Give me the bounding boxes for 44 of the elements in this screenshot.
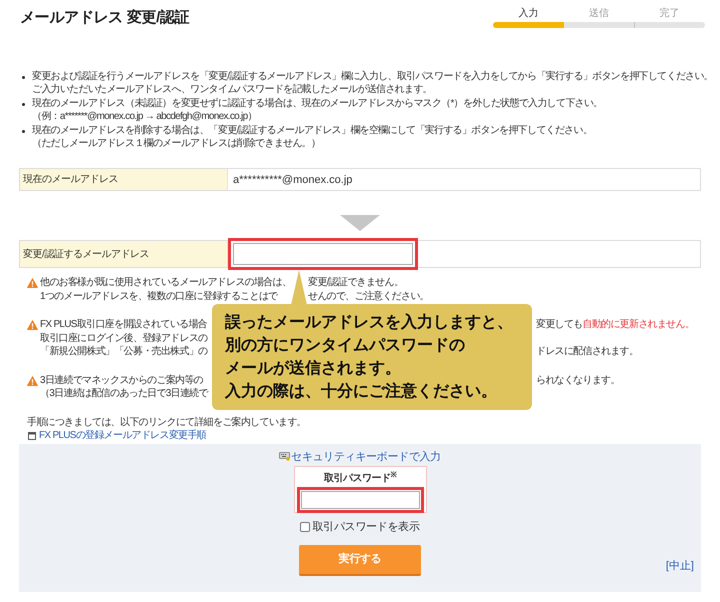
procedure-link[interactable]: FX PLUSの登録メールアドレス変更手順 bbox=[28, 429, 206, 443]
password-input[interactable] bbox=[300, 490, 420, 509]
warning-text: 変更しても自動的に更新されません。 bbox=[536, 318, 694, 332]
instruction-text: 変更および認証を行うメールアドレスを「変更/認証するメールアドレス」欄に入力し、取引パスワードを入力をしてから「実行する」ボタンを押下してください。 bbox=[32, 70, 713, 84]
keyboard-icon bbox=[279, 452, 290, 462]
instruction-text: （例：a*******@monex.co.jp → abcdefgh@monex.co.jp） bbox=[32, 110, 257, 124]
show-password-toggle[interactable]: 取引パスワードを表示 bbox=[300, 520, 420, 534]
warning-text: 1つのメールアドレスを、複数の口座に登録することはで bbox=[40, 290, 278, 304]
warning-icon bbox=[27, 278, 38, 288]
checkbox-icon[interactable] bbox=[300, 522, 310, 532]
step-label: 送信 bbox=[589, 8, 609, 20]
field-label: 変更/認証するメールアドレス bbox=[20, 241, 228, 268]
keyboard-link[interactable]: セキュリティキーボードで入力 bbox=[279, 450, 441, 463]
instruction-text: 現在のメールアドレス（未認証）を変更せずに認証する場合は、現在のメールアドレスからマスク（*）を外した状態で入力して下さい。 bbox=[32, 96, 602, 110]
page-title: メールアドレス 変更/認証 bbox=[20, 8, 190, 28]
bullet-icon bbox=[22, 130, 25, 133]
window-icon bbox=[28, 432, 36, 440]
warning-text: FX PLUS取引口座を開設されている場合 bbox=[40, 318, 207, 332]
password-label: 取引パスワード$^{※}$ bbox=[324, 472, 396, 485]
warning-text: 変更/認証できません。 bbox=[308, 276, 404, 290]
cancel-link[interactable]: [中止] bbox=[666, 558, 694, 573]
warning-text: （3日連続は配信のあった日で3日連続で bbox=[40, 387, 208, 401]
warning-icon bbox=[27, 376, 38, 386]
step-label: 完了 bbox=[660, 8, 680, 20]
warning-text: 他のお客様が既に使用されているメールアドレスの場合は、 bbox=[40, 276, 292, 290]
callout-text: 誤ったメールアドレスを入力しますと、 別の方にワンタイムパスワードの メールが送信されます。 入力の際は、十分にご注意ください。 bbox=[225, 312, 514, 402]
instruction-text: （ただしメールアドレス１欄のメールアドレスは削除できません。） bbox=[32, 137, 320, 150]
warning-text: 3日連続でマネックスからのご案内等の bbox=[40, 374, 203, 388]
field-value: a**********@monex.co.jp bbox=[233, 172, 352, 187]
warning-icon bbox=[27, 320, 38, 330]
instruction-text: ご入力いただいたメールアドレスへ、ワンタイムパスワードを記載したメールが送信されます。 bbox=[32, 83, 432, 97]
instruction-text: 現在のメールアドレスを削除する場合は、「変更/認証するメールアドレス」欄を空欄にして「実行する」ボタンを押下してください。 bbox=[32, 124, 592, 138]
procedure-text: 手順につきましては、以下のリンクにて詳細をご案内しています。 bbox=[27, 416, 306, 430]
warning-text: 「新規公開株式」「公募・売出株式」の bbox=[40, 345, 208, 359]
warning-text: ドレスに配信されます。 bbox=[536, 345, 638, 359]
warning-text: 取引口座にログイン後、登録アドレスの bbox=[40, 332, 208, 346]
warning-text: せんので、ご注意ください。 bbox=[308, 290, 429, 304]
bullet-icon bbox=[22, 102, 25, 106]
warning-text: られなくなります。 bbox=[536, 374, 620, 388]
down-triangle-icon bbox=[340, 215, 380, 232]
bullet-icon bbox=[22, 76, 25, 79]
step-label: 入力 bbox=[518, 8, 538, 20]
email-input[interactable] bbox=[233, 243, 413, 266]
field-label: 現在のメールアドレス bbox=[20, 169, 228, 190]
